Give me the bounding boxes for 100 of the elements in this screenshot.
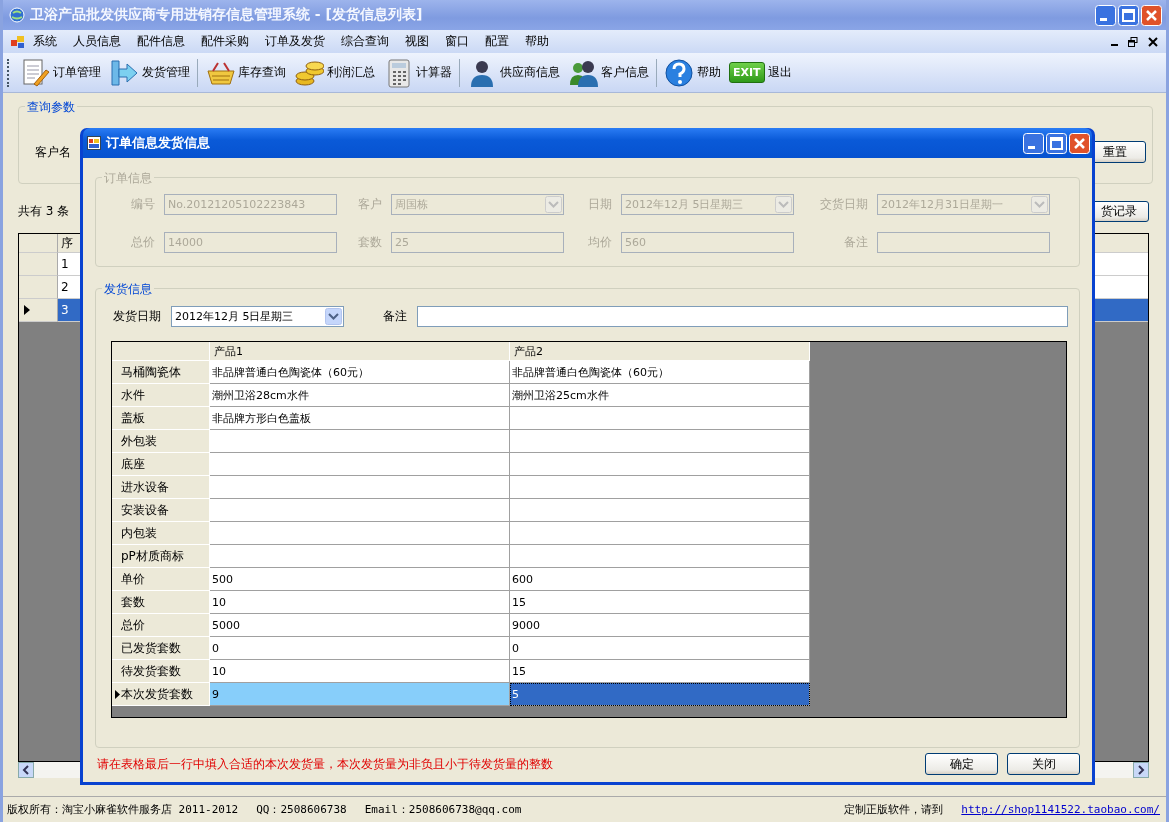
column-header: 产品1: [210, 342, 510, 361]
restore-icon: [1128, 36, 1138, 47]
toolbar-button[interactable]: 订单管理: [16, 55, 105, 90]
table-cell[interactable]: [510, 499, 810, 522]
table-cell[interactable]: [210, 453, 510, 476]
caret-icon: [1031, 196, 1048, 213]
table-cell[interactable]: 10: [210, 660, 510, 683]
note-field[interactable]: [417, 305, 1068, 327]
field-label: 客户名: [35, 143, 71, 161]
menu-item[interactable]: 帮助: [517, 33, 557, 50]
status-text: 版权所有：淘宝小麻雀软件服务店 2011-2012: [7, 802, 239, 817]
menu-item[interactable]: 人员信息: [65, 33, 129, 50]
shop-link[interactable]: http://shop1141522.taobao.com/: [961, 803, 1160, 816]
table-cell[interactable]: 600: [510, 568, 810, 591]
row-header: 内包装: [112, 522, 210, 545]
row-header: 已发货套数: [112, 637, 210, 660]
table-cell[interactable]: 500: [210, 568, 510, 591]
maximize-icon: [1118, 4, 1139, 26]
row-header: 本次发货套数: [112, 683, 210, 706]
table-cell[interactable]: 非品牌方形白色盖板: [210, 407, 510, 430]
row-header: 套数: [112, 591, 210, 614]
row-header: 马桶陶瓷体: [112, 361, 210, 384]
table-cell[interactable]: 9: [210, 683, 510, 706]
menu-item[interactable]: 系统: [25, 33, 65, 50]
status-text: 定制正版软件，请到: [844, 802, 944, 817]
table-cell[interactable]: 5000: [210, 614, 510, 637]
current-row-icon: [115, 689, 120, 699]
scroll-left-icon: [18, 762, 34, 778]
toolbar-button[interactable]: 库存查询: [201, 55, 290, 90]
dialog-title: 订单信息发货信息: [106, 134, 210, 152]
field-label: 交货日期: [819, 196, 869, 213]
table-cell[interactable]: [510, 453, 810, 476]
window-title: 卫浴产品批发供应商专用进销存信息管理系统 - [发货信息列表]: [30, 6, 423, 24]
row-header: 待发货套数: [112, 660, 210, 683]
toolbar-button[interactable]: EXIT 退出: [725, 55, 796, 90]
help-icon: [664, 57, 694, 88]
table-cell[interactable]: [510, 545, 810, 568]
toolbar-button[interactable]: 计算器: [379, 55, 456, 90]
group-title: 订单信息: [102, 170, 154, 187]
menu-item[interactable]: 窗口: [437, 33, 477, 50]
table-cell[interactable]: 10: [210, 591, 510, 614]
current-row-icon: [24, 305, 30, 315]
caret-icon: [325, 307, 342, 325]
table-cell[interactable]: [210, 522, 510, 545]
menu-item[interactable]: 视图: [397, 33, 437, 50]
table-cell[interactable]: 9000: [510, 614, 810, 637]
close-icon: [1148, 36, 1158, 47]
table-cell[interactable]: [510, 430, 810, 453]
field-label: 日期: [587, 196, 613, 213]
row-header: 底座: [112, 453, 210, 476]
table-cell[interactable]: 潮州卫浴25cm水件: [510, 384, 810, 407]
menu-item[interactable]: 配件采购: [193, 33, 257, 50]
window-icon: [11, 35, 25, 48]
column-header: 产品2: [510, 342, 810, 361]
dialog-button[interactable]: 关闭: [1007, 753, 1080, 775]
toolbar-button[interactable]: 利润汇总: [290, 55, 379, 90]
menu-item[interactable]: 综合查询: [333, 33, 397, 50]
toolbar-button[interactable]: 发货管理: [105, 55, 194, 90]
table-cell[interactable]: [210, 545, 510, 568]
field-label: 总价: [130, 234, 156, 251]
table-cell[interactable]: [210, 476, 510, 499]
group-title: 发货信息: [102, 281, 154, 298]
close-icon: [1069, 132, 1090, 154]
menu-item[interactable]: 订单及发货: [257, 33, 333, 50]
menu-item[interactable]: 配置: [477, 33, 517, 50]
table-cell[interactable]: [510, 407, 810, 430]
record-count: 共有 3 条: [18, 202, 70, 220]
exit-icon: EXIT: [729, 62, 765, 83]
menu-item[interactable]: 配件信息: [129, 33, 193, 50]
field-label: 套数: [357, 234, 383, 251]
status-text: Email：2508606738@qq.com: [364, 802, 522, 817]
table-cell[interactable]: 非品牌普通白色陶瓷体（60元）: [210, 361, 510, 384]
toolbar-button[interactable]: 帮助: [660, 55, 725, 90]
table-cell[interactable]: [510, 522, 810, 545]
date-dropdown[interactable]: 2012年12月 5日星期三: [171, 305, 344, 327]
toolbar-button[interactable]: 客户信息: [564, 55, 653, 90]
dialog-button[interactable]: 确定: [925, 753, 998, 775]
field-label: 均价: [587, 234, 613, 251]
table-cell[interactable]: 0: [210, 637, 510, 660]
row-header: pP材质商标: [112, 545, 210, 568]
field-label: 备注: [383, 307, 407, 325]
table-cell[interactable]: 非品牌普通白色陶瓷体（60元）: [510, 361, 810, 384]
table-cell[interactable]: 5: [510, 683, 810, 706]
row-header: 外包装: [112, 430, 210, 453]
table-cell[interactable]: 潮州卫浴28cm水件: [210, 384, 510, 407]
table-cell[interactable]: 15: [510, 660, 810, 683]
field-label: 客户: [357, 196, 383, 213]
table-cell[interactable]: 15: [510, 591, 810, 614]
table-cell[interactable]: 0: [510, 637, 810, 660]
toolbar-button[interactable]: 供应商信息: [463, 55, 564, 90]
table-cell[interactable]: [210, 430, 510, 453]
row-header: 水件: [112, 384, 210, 407]
table-cell[interactable]: [210, 499, 510, 522]
row-header: [19, 253, 58, 276]
close-icon: [1141, 4, 1162, 26]
table-cell[interactable]: [510, 476, 810, 499]
table-cell: 3: [58, 299, 82, 322]
row-header: 进水设备: [112, 476, 210, 499]
caret-icon: [775, 196, 792, 213]
scroll-right-icon: [1133, 762, 1149, 778]
